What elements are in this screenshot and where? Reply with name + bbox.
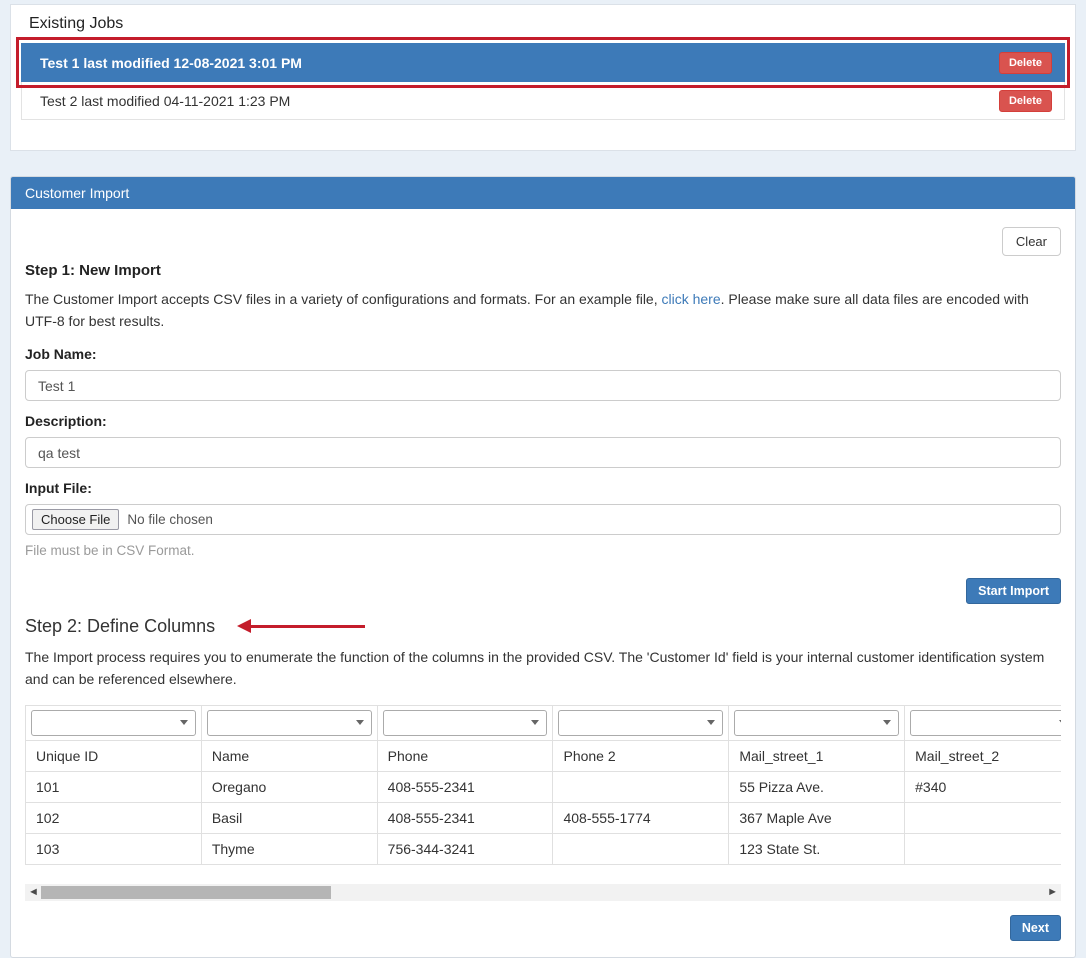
customer-import-panel: Customer Import Clear Step 1: New Import… bbox=[10, 176, 1076, 958]
column-select-4[interactable] bbox=[558, 710, 723, 736]
cell bbox=[905, 833, 1061, 864]
delete-job-button[interactable]: Delete bbox=[999, 52, 1052, 74]
delete-job-button[interactable]: Delete bbox=[999, 90, 1052, 112]
cell: 101 bbox=[26, 771, 202, 802]
step2-intro: The Import process requires you to enume… bbox=[25, 647, 1061, 690]
table-row: 102 Basil 408-555-2341 408-555-1774 367 … bbox=[26, 802, 1062, 833]
define-columns-table-wrap: Unique ID Name Phone Phone 2 Mail_street… bbox=[25, 705, 1061, 865]
step2-heading: Step 2: Define Columns bbox=[25, 616, 215, 637]
scrollbar-thumb[interactable] bbox=[41, 886, 331, 899]
job-row-test2[interactable]: Test 2 last modified 04-11-2021 1:23 PM … bbox=[21, 81, 1065, 120]
cell: Oregano bbox=[201, 771, 377, 802]
column-select-6[interactable] bbox=[910, 710, 1061, 736]
cell: 408-555-1774 bbox=[553, 802, 729, 833]
no-file-chosen-text: No file chosen bbox=[127, 512, 213, 527]
table-row: 103 Thyme 756-344-3241 123 State St. bbox=[26, 833, 1062, 864]
next-button[interactable]: Next bbox=[1010, 915, 1061, 941]
cell: 103 bbox=[26, 833, 202, 864]
job-name-input[interactable] bbox=[25, 370, 1061, 401]
cell: 756-344-3241 bbox=[377, 833, 553, 864]
column-select-5[interactable] bbox=[734, 710, 899, 736]
scroll-left-icon[interactable]: ◄ bbox=[28, 884, 39, 901]
job-list: Test 1 last modified 12-08-2021 3:01 PM … bbox=[21, 43, 1065, 120]
col-header: Mail_street_2 bbox=[905, 740, 1061, 771]
col-header: Mail_street_1 bbox=[729, 740, 905, 771]
scroll-right-icon[interactable]: ► bbox=[1047, 884, 1058, 901]
cell: #340 bbox=[905, 771, 1061, 802]
cell: 55 Pizza Ave. bbox=[729, 771, 905, 802]
start-import-button[interactable]: Start Import bbox=[966, 578, 1061, 604]
cell bbox=[553, 771, 729, 802]
step1-heading: Step 1: New Import bbox=[25, 262, 1061, 279]
cell: 123 State St. bbox=[729, 833, 905, 864]
col-header: Phone bbox=[377, 740, 553, 771]
input-file-field[interactable]: Choose File No file chosen bbox=[25, 504, 1061, 535]
description-label: Description: bbox=[25, 413, 1061, 429]
cell: 408-555-2341 bbox=[377, 802, 553, 833]
col-header: Name bbox=[201, 740, 377, 771]
column-select-2[interactable] bbox=[207, 710, 372, 736]
job-row-test1[interactable]: Test 1 last modified 12-08-2021 3:01 PM … bbox=[21, 43, 1065, 82]
csv-format-hint: File must be in CSV Format. bbox=[25, 543, 1061, 558]
clear-button[interactable]: Clear bbox=[1002, 227, 1061, 256]
cell: Thyme bbox=[201, 833, 377, 864]
annotation-arrow bbox=[250, 625, 365, 628]
chevron-down-icon bbox=[180, 720, 188, 725]
job-label: Test 2 last modified 04-11-2021 1:23 PM bbox=[40, 93, 290, 109]
table-row: 101 Oregano 408-555-2341 55 Pizza Ave. #… bbox=[26, 771, 1062, 802]
chevron-down-icon bbox=[707, 720, 715, 725]
column-select-1[interactable] bbox=[31, 710, 196, 736]
column-select-3[interactable] bbox=[383, 710, 548, 736]
step1-intro-text-1: The Customer Import accepts CSV files in… bbox=[25, 291, 662, 307]
step1-intro: The Customer Import accepts CSV files in… bbox=[25, 289, 1061, 332]
customer-import-body: Clear Step 1: New Import The Customer Im… bbox=[11, 209, 1075, 957]
cell: Basil bbox=[201, 802, 377, 833]
chevron-down-icon bbox=[883, 720, 891, 725]
chevron-down-icon bbox=[531, 720, 539, 725]
choose-file-button[interactable]: Choose File bbox=[32, 509, 119, 530]
chevron-down-icon bbox=[356, 720, 364, 725]
cell: 102 bbox=[26, 802, 202, 833]
customer-import-header: Customer Import bbox=[11, 177, 1075, 209]
example-file-link[interactable]: click here bbox=[662, 291, 721, 307]
job-label: Test 1 last modified 12-08-2021 3:01 PM bbox=[40, 55, 302, 71]
define-columns-table: Unique ID Name Phone Phone 2 Mail_street… bbox=[25, 705, 1061, 865]
column-select-row bbox=[26, 705, 1062, 740]
cell: 408-555-2341 bbox=[377, 771, 553, 802]
table-header-row: Unique ID Name Phone Phone 2 Mail_street… bbox=[26, 740, 1062, 771]
existing-jobs-title: Existing Jobs bbox=[29, 15, 1065, 33]
cell: 367 Maple Ave bbox=[729, 802, 905, 833]
input-file-label: Input File: bbox=[25, 480, 1061, 496]
horizontal-scrollbar[interactable]: ◄ ► bbox=[25, 884, 1061, 901]
description-input[interactable] bbox=[25, 437, 1061, 468]
job-name-label: Job Name: bbox=[25, 346, 1061, 362]
col-header: Phone 2 bbox=[553, 740, 729, 771]
cell bbox=[905, 802, 1061, 833]
col-header: Unique ID bbox=[26, 740, 202, 771]
existing-jobs-panel: Existing Jobs Test 1 last modified 12-08… bbox=[10, 4, 1076, 151]
chevron-down-icon bbox=[1059, 720, 1061, 725]
cell bbox=[553, 833, 729, 864]
